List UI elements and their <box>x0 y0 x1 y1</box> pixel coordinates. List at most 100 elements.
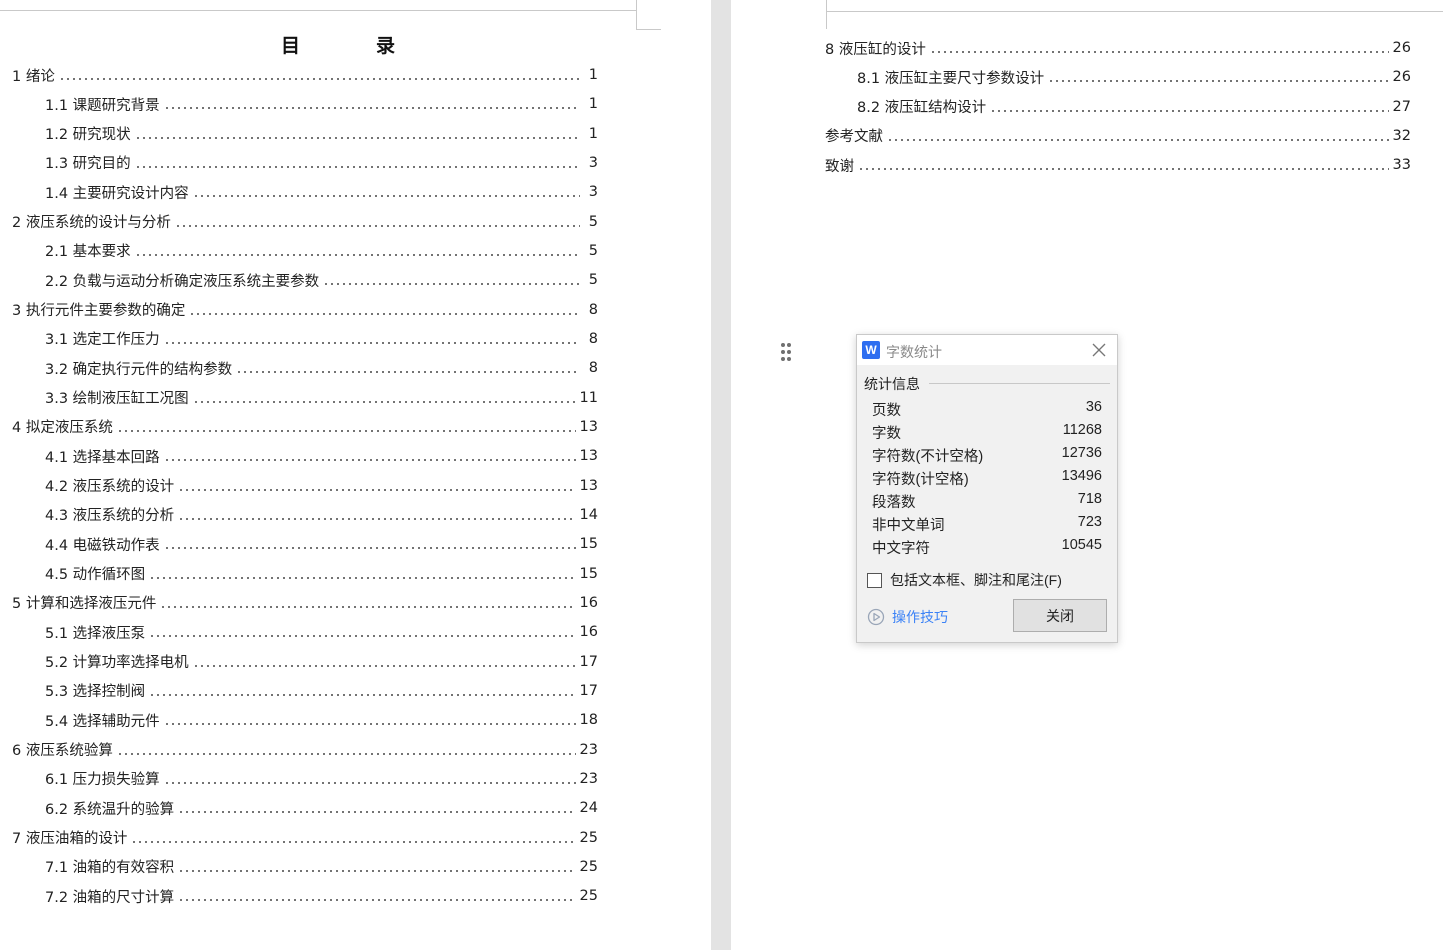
toc-dot-leader <box>189 312 580 315</box>
toc-entry-page-number: 13 <box>579 477 598 494</box>
toc-heading-char: 录 <box>376 35 396 57</box>
include-textbox-checkbox[interactable] <box>867 572 882 588</box>
toc-entry[interactable]: 8 液压缸的设计 26 <box>825 38 1411 58</box>
toc-entry[interactable]: 8.2 液压缸结构设计 27 <box>857 97 1411 117</box>
dialog-titlebar[interactable]: W 字数统计 <box>857 335 1117 365</box>
toc-entry[interactable]: 7.2 油箱的尺寸计算 25 <box>45 886 598 906</box>
toc-dot-leader <box>58 78 580 80</box>
toc-entry[interactable]: 3.1 选定工作压力 8 <box>45 329 598 349</box>
toc-entry-page-number: 26 <box>1392 40 1411 56</box>
toc-entry[interactable]: 2.2 负载与运动分析确定液压系统主要参数 5 <box>45 270 598 290</box>
toc-entry-page-number: 15 <box>579 565 598 582</box>
toc-entry[interactable]: 6 液压系统验算 23 <box>12 740 598 760</box>
stat-value: 13496 <box>1061 468 1102 484</box>
toc-entry-label: 4.4 电磁铁动作表 <box>45 537 160 554</box>
tips-link[interactable]: 操作技巧 <box>867 607 948 627</box>
toc-entry-label: 参考文献 <box>825 129 883 146</box>
stat-label: 中文字符 <box>872 541 930 557</box>
tips-link-label[interactable]: 操作技巧 <box>892 607 948 627</box>
stat-value: 11268 <box>1062 422 1102 438</box>
toc-dot-leader <box>134 136 580 139</box>
toc-dot-leader <box>192 195 580 198</box>
toc-entry-page-number: 23 <box>579 770 598 787</box>
toc-entry-label: 5 计算和选择液压元件 <box>12 596 157 613</box>
toc-entry-page-number: 8 <box>588 360 598 377</box>
toc-entry-label: 3 执行元件主要参数的确定 <box>12 303 186 320</box>
toc-dot-leader <box>149 635 576 638</box>
toc-entry[interactable]: 1.4 主要研究设计内容 3 <box>45 182 598 202</box>
toc-entry-page-number: 27 <box>1392 98 1411 115</box>
toc-entry[interactable]: 1.1 课题研究背景 1 <box>45 94 598 114</box>
toc-entry-label: 7 液压油箱的设计 <box>12 831 128 848</box>
toc-dot-leader <box>174 224 580 227</box>
toc-entry[interactable]: 2.1 基本要求 5 <box>45 241 598 261</box>
toc-entry-label: 1.1 课题研究背景 <box>45 97 160 114</box>
stat-row: 页数 36 <box>872 399 1102 419</box>
toc-entry[interactable]: 4 拟定液压系统 13 <box>12 417 598 437</box>
toc-dot-leader <box>134 253 580 256</box>
toc-dot-leader <box>990 109 1389 112</box>
toc-dot-leader <box>1048 80 1389 83</box>
stats-group-label: 统计信息 <box>864 376 920 392</box>
toc-entry[interactable]: 参考文献 32 <box>825 126 1411 146</box>
toc-entry[interactable]: 致谢 33 <box>825 155 1411 175</box>
toc-entry-page-number: 18 <box>579 712 598 729</box>
toc-entry-page-number: 3 <box>588 184 598 201</box>
stat-value: 12736 <box>1061 445 1102 461</box>
toc-entry[interactable]: 2 液压系统的设计与分析 5 <box>12 212 598 232</box>
group-divider <box>929 383 1110 384</box>
toc-entry[interactable]: 4.5 动作循环图 15 <box>45 564 598 584</box>
toc-dot-leader <box>149 693 576 696</box>
toc-entry[interactable]: 6.1 压力损失验算 23 <box>45 769 598 789</box>
toc-entry[interactable]: 5 计算和选择液压元件 16 <box>12 593 598 613</box>
toc-entry-page-number: 33 <box>1392 157 1411 173</box>
toc-entry-page-number: 25 <box>579 888 598 905</box>
toc-entry-page-number: 5 <box>588 242 598 259</box>
toc-entry-page-number: 1 <box>588 125 598 142</box>
toc-entry-page-number: 13 <box>579 418 598 435</box>
toc-entry[interactable]: 8.1 液压缸主要尺寸参数设计 26 <box>857 67 1411 87</box>
stat-label: 字符数(计空格) <box>872 472 969 488</box>
toc-entry[interactable]: 1 绪论 1 <box>12 65 598 85</box>
toc-entry[interactable]: 5.4 选择辅助元件 18 <box>45 710 598 730</box>
toc-entry-label: 3.1 选定工作压力 <box>45 332 160 349</box>
toc-entry[interactable]: 4.1 选择基本回路 13 <box>45 446 598 466</box>
toc-entry[interactable]: 5.3 选择控制阀 17 <box>45 681 598 701</box>
toc-entry-label: 4.5 动作循环图 <box>45 567 146 584</box>
toc-dot-leader <box>149 576 576 579</box>
toc-entry-page-number: 23 <box>579 741 598 758</box>
toc-entry[interactable]: 4.3 液压系统的分析 14 <box>45 505 598 525</box>
toc-entry[interactable]: 6.2 系统温升的验算 24 <box>45 798 598 818</box>
toc-entry-page-number: 3 <box>588 154 598 171</box>
margin-corner-top-line <box>826 0 1443 12</box>
toc-entry[interactable]: 5.1 选择液压泵 16 <box>45 622 598 642</box>
toc-entry[interactable]: 4.4 电磁铁动作表 15 <box>45 534 598 554</box>
toc-entry-page-number: 25 <box>579 858 598 875</box>
toc-entry-label: 2.1 基本要求 <box>45 244 131 261</box>
drag-handle-icon[interactable] <box>778 341 794 363</box>
toc-entry[interactable]: 3.2 确定执行元件的结构参数 8 <box>45 358 598 378</box>
margin-corner-top-left <box>0 0 636 11</box>
toc-entry-page-number: 8 <box>588 301 598 318</box>
toc-entry[interactable]: 7.1 油箱的有效容积 25 <box>45 857 598 877</box>
toc-entry[interactable]: 5.2 计算功率选择电机 17 <box>45 652 598 672</box>
include-textbox-checkbox-label[interactable]: 包括文本框、脚注和尾注(F) <box>890 570 1062 590</box>
dialog-title: 字数统计 <box>886 344 942 360</box>
toc-entry[interactable]: 1.3 研究目的 3 <box>45 153 598 173</box>
include-textbox-checkbox-row[interactable]: 包括文本框、脚注和尾注(F) <box>867 571 1062 589</box>
close-icon[interactable] <box>1091 342 1107 358</box>
toc-entry[interactable]: 7 液压油箱的设计 25 <box>12 828 598 848</box>
stat-label: 字符数(不计空格) <box>872 449 984 465</box>
toc-entry[interactable]: 3.3 绘制液压缸工况图 11 <box>45 388 598 408</box>
toc-dot-leader <box>887 138 1389 141</box>
toc-entry[interactable]: 3 执行元件主要参数的确定 8 <box>12 300 598 320</box>
toc-entry-label: 3.2 确定执行元件的结构参数 <box>45 361 233 378</box>
stat-row: 字符数(计空格) 13496 <box>872 468 1102 488</box>
toc-entry-label: 4 拟定液压系统 <box>12 420 113 437</box>
stat-row: 段落数 718 <box>872 491 1102 511</box>
toc-entry[interactable]: 4.2 液压系统的设计 13 <box>45 476 598 496</box>
toc-entry[interactable]: 1.2 研究现状 1 <box>45 124 598 144</box>
toc-dot-leader <box>929 51 1389 53</box>
close-button[interactable]: 关闭 <box>1013 599 1107 632</box>
toc-entry-label: 8.2 液压缸结构设计 <box>857 100 987 116</box>
